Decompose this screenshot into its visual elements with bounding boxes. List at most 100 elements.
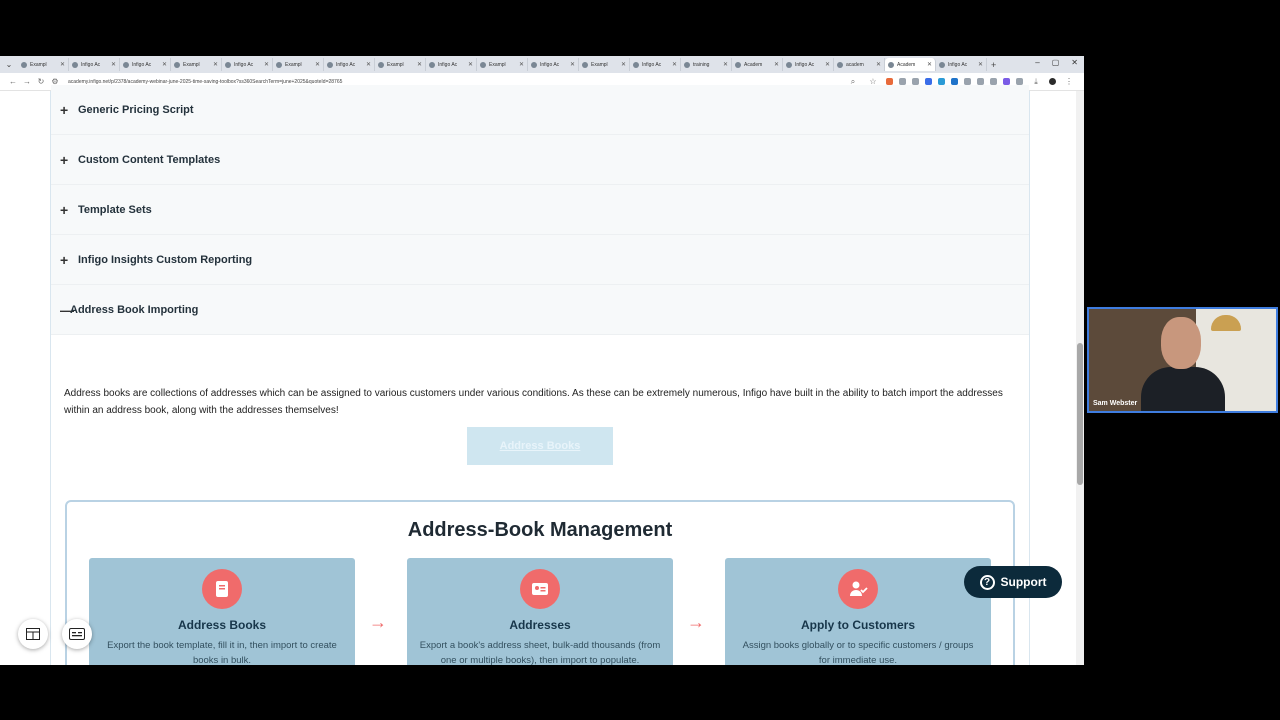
- accordion-item-label: Custom Content Templates: [78, 153, 221, 166]
- download-icon[interactable]: ⤓: [1029, 77, 1043, 87]
- tab-close-icon[interactable]: ✕: [621, 61, 626, 68]
- tab-label: Infigo Ac: [948, 61, 968, 68]
- extension-icon[interactable]: [899, 78, 906, 85]
- tab-favicon-icon: [21, 61, 27, 68]
- card-title: Addresses: [509, 618, 571, 632]
- browser-tab[interactable]: Infigo Ac ✕: [120, 58, 171, 71]
- tab-label: Exampl: [30, 61, 47, 68]
- browser-tab[interactable]: Exampl ✕: [171, 58, 222, 71]
- browser-tab[interactable]: Infigo Ac ✕: [69, 58, 120, 71]
- menu-icon[interactable]: ⋮: [1062, 77, 1076, 86]
- tab-close-icon[interactable]: ✕: [825, 61, 830, 68]
- browser-tab[interactable]: Infigo Ac ✕: [324, 58, 375, 71]
- extension-icon[interactable]: [1016, 78, 1023, 85]
- vertical-scrollbar[interactable]: [1076, 91, 1084, 665]
- forward-icon[interactable]: →: [20, 77, 34, 86]
- support-button[interactable]: ? Support: [964, 566, 1062, 598]
- expand-plus-icon: +: [60, 151, 69, 168]
- tab-favicon-icon: [735, 61, 741, 68]
- tab-label: Infigo Ac: [132, 61, 152, 68]
- extension-icon[interactable]: [886, 78, 893, 85]
- tab-favicon-icon: [378, 61, 384, 68]
- tab-close-icon[interactable]: ✕: [162, 61, 167, 68]
- browser-tab[interactable]: Academ ✕: [732, 58, 783, 71]
- arrow-right-icon: →: [687, 612, 705, 632]
- tab-close-icon[interactable]: ✕: [417, 61, 422, 68]
- address-books-button[interactable]: Address Books: [467, 427, 613, 465]
- browser-tab[interactable]: Academ ✕: [885, 58, 936, 71]
- tab-close-icon[interactable]: ✕: [723, 61, 728, 68]
- browser-tab[interactable]: Exampl ✕: [579, 58, 630, 71]
- accordion-item-generic-pricing-script[interactable]: + Generic Pricing Script: [51, 85, 1029, 135]
- tab-close-icon[interactable]: ✕: [672, 61, 677, 68]
- tabs: Exampl ✕ Infigo Ac ✕ Infigo Ac ✕ Exampl ✕ Infigo…: [18, 58, 987, 71]
- new-tab-button[interactable]: +: [991, 60, 996, 70]
- browser-tab[interactable]: Exampl ✕: [273, 58, 324, 71]
- profile-avatar[interactable]: [1049, 78, 1056, 85]
- maximize-icon[interactable]: ▢: [1052, 58, 1060, 67]
- tab-favicon-icon: [480, 61, 486, 68]
- tab-label: Infigo Ac: [234, 61, 254, 68]
- tab-label: Infigo Ac: [795, 61, 815, 68]
- browser-tab[interactable]: Infigo Ac ✕: [783, 58, 834, 71]
- extension-icon[interactable]: [990, 78, 997, 85]
- extension-icon[interactable]: [938, 78, 945, 85]
- browser-tab[interactable]: Infigo Ac ✕: [630, 58, 681, 71]
- tab-close-icon[interactable]: ✕: [264, 61, 269, 68]
- close-window-icon[interactable]: ✕: [1071, 58, 1078, 67]
- browser-tab[interactable]: Exampl ✕: [477, 58, 528, 71]
- extension-icon[interactable]: [912, 78, 919, 85]
- tab-close-icon[interactable]: ✕: [570, 61, 575, 68]
- accordion-item-infigo-insights[interactable]: + Infigo Insights Custom Reporting: [51, 235, 1029, 285]
- browser-tab[interactable]: Exampl ✕: [18, 58, 69, 71]
- extension-icon[interactable]: [925, 78, 932, 85]
- back-icon[interactable]: ←: [6, 77, 20, 86]
- captions-icon[interactable]: [62, 619, 92, 649]
- tab-label: Infigo Ac: [336, 61, 356, 68]
- card-description: Export a book's address sheet, bulk-add …: [419, 640, 661, 665]
- tab-label: Infigo Ac: [438, 61, 458, 68]
- tab-favicon-icon: [225, 61, 231, 68]
- tab-close-icon[interactable]: ✕: [519, 61, 524, 68]
- browser-tab[interactable]: training ✕: [681, 58, 732, 71]
- accordion-item-custom-content-templates[interactable]: + Custom Content Templates: [51, 135, 1029, 185]
- tab-close-icon[interactable]: ✕: [213, 61, 218, 68]
- tab-label: Infigo Ac: [81, 61, 101, 68]
- browser-tab[interactable]: Exampl ✕: [375, 58, 426, 71]
- tab-close-icon[interactable]: ✕: [111, 61, 116, 68]
- tab-close-icon[interactable]: ✕: [774, 61, 779, 68]
- browser-tab[interactable]: Infigo Ac ✕: [222, 58, 273, 71]
- browser-tab[interactable]: academ ✕: [834, 58, 885, 71]
- tab-label: academ: [846, 61, 864, 68]
- tab-label: Exampl: [489, 61, 506, 68]
- reload-icon[interactable]: ↻: [34, 77, 48, 86]
- address-books-button-label: Address Books: [499, 440, 581, 452]
- extension-icon[interactable]: [1003, 78, 1010, 85]
- tab-close-icon[interactable]: ✕: [468, 61, 473, 68]
- person-body: [1141, 367, 1225, 411]
- scrollbar-thumb[interactable]: [1077, 343, 1083, 485]
- extension-icon[interactable]: [951, 78, 958, 85]
- accordion-item-address-book-importing[interactable]: — Address Book Importing: [51, 285, 1029, 335]
- browser-tab[interactable]: Infigo Ac ✕: [936, 58, 987, 71]
- tab-close-icon[interactable]: ✕: [978, 61, 983, 68]
- tab-label: Infigo Ac: [540, 61, 560, 68]
- tab-close-icon[interactable]: ✕: [876, 61, 881, 68]
- tab-close-icon[interactable]: ✕: [366, 61, 371, 68]
- minimize-icon[interactable]: –: [1035, 58, 1039, 67]
- url-field[interactable]: academy.infigo.net/p/2378/academy-webina…: [68, 79, 846, 85]
- browser-tab[interactable]: Infigo Ac ✕: [528, 58, 579, 71]
- tab-search-icon[interactable]: ⌄: [4, 60, 14, 70]
- accordion: + Generic Pricing Script + Custom Conten…: [50, 85, 1030, 665]
- extension-icon[interactable]: [977, 78, 984, 85]
- accordion-item-template-sets[interactable]: + Template Sets: [51, 185, 1029, 235]
- tab-favicon-icon: [531, 61, 537, 68]
- card-title: Apply to Customers: [800, 618, 915, 632]
- tab-close-icon[interactable]: ✕: [927, 61, 932, 68]
- tab-close-icon[interactable]: ✕: [315, 61, 320, 68]
- accordion-item-label: Address Book Importing: [70, 303, 199, 316]
- tab-close-icon[interactable]: ✕: [60, 61, 65, 68]
- extension-icon[interactable]: [964, 78, 971, 85]
- layout-toggle-icon[interactable]: [18, 619, 48, 649]
- browser-tab[interactable]: Infigo Ac ✕: [426, 58, 477, 71]
